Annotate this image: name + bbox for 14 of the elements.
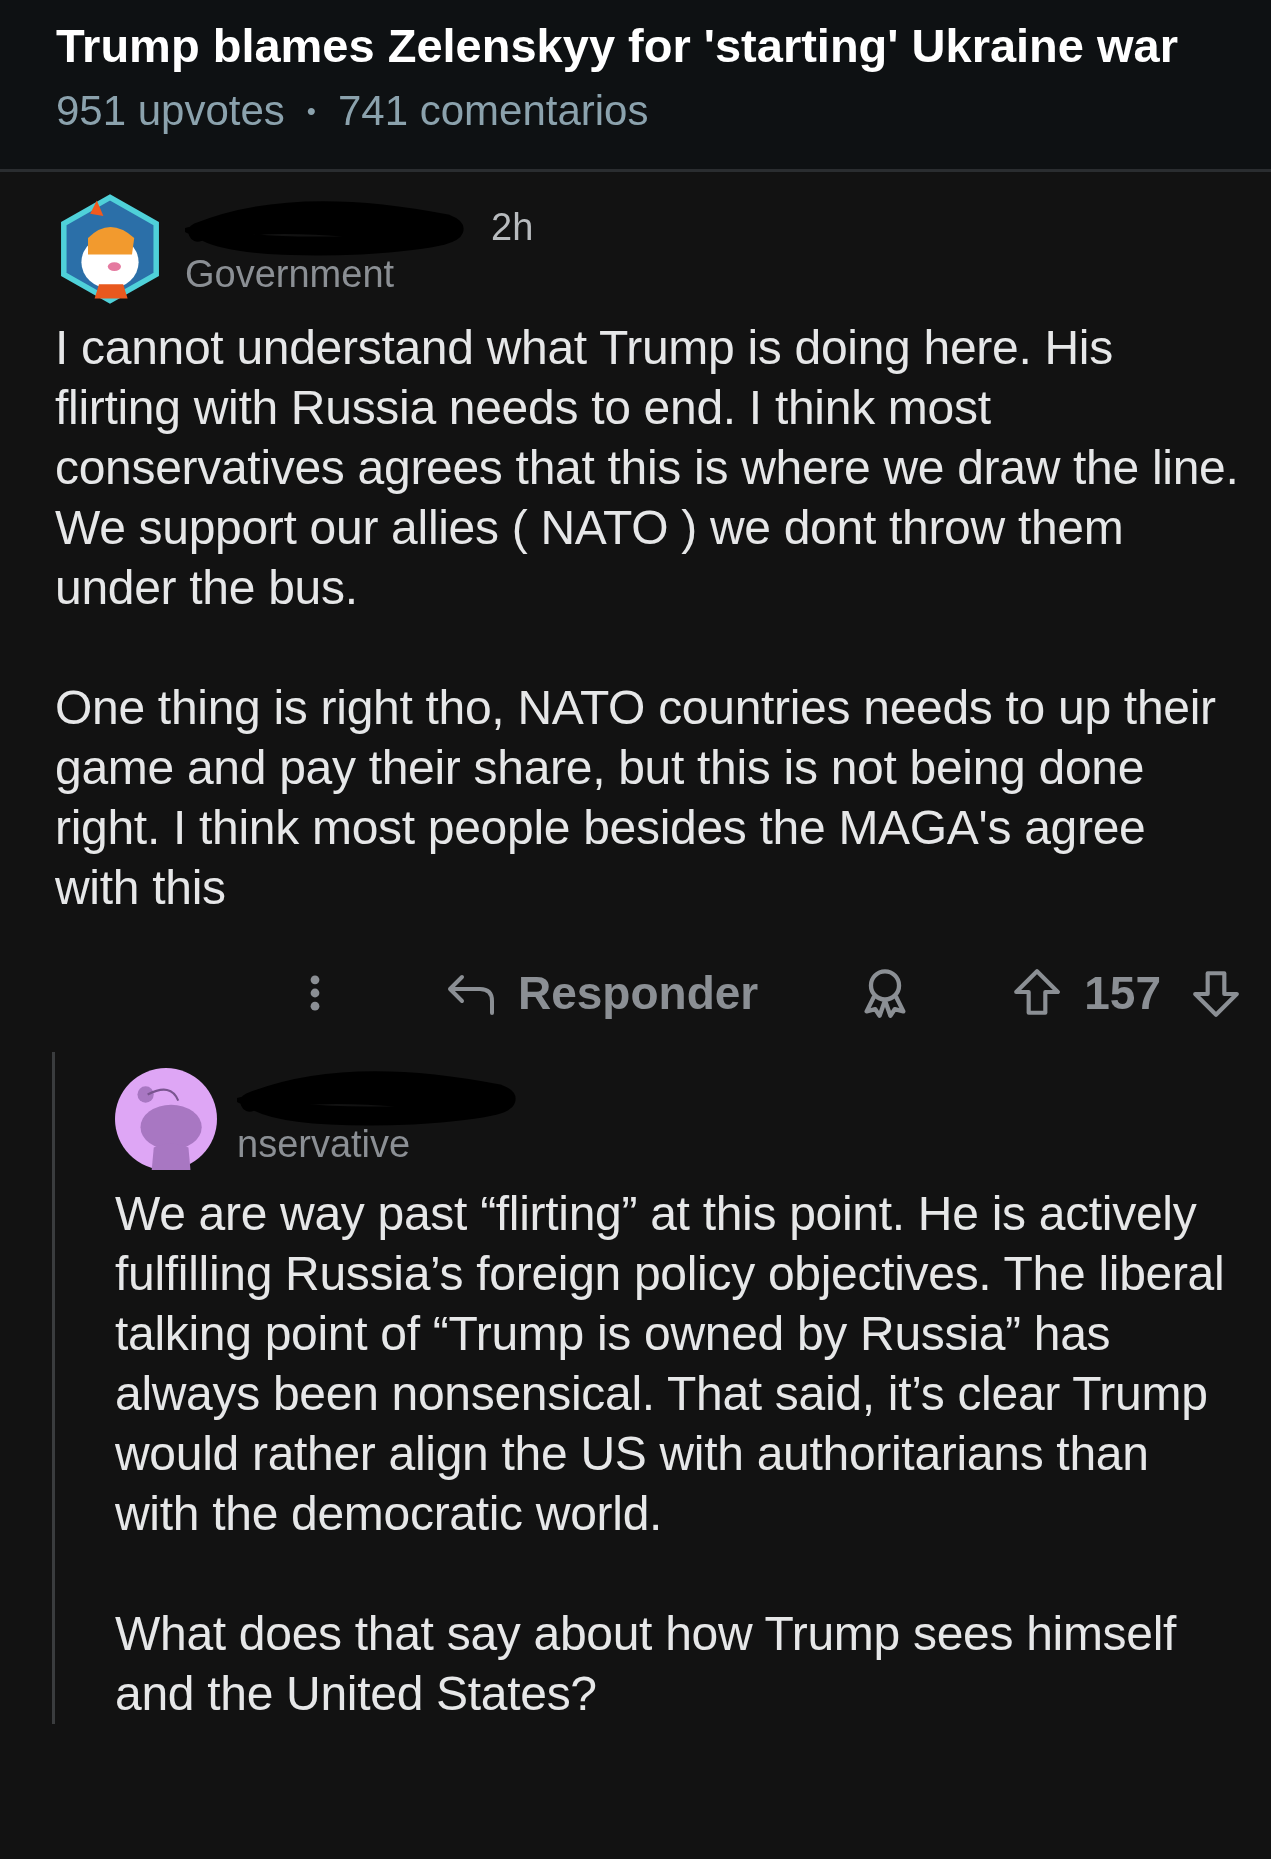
post-title: Trump blames Zelenskyy for 'starting' Ukraine war [56,18,1179,73]
comment-count: 741 comentarios [337,87,649,135]
comment-text: One thing is right tho, NATO countries needs to up their game and pay their share, but this is not being done right. I think most people besides the MAGA's agree with this [55,680,1217,916]
comment-text: What does that say about how Trump sees himself and the United States? [115,1606,1178,1722]
user-flair: Government [185,252,396,296]
comment-text: We are way past “flirting” at this point. He is actively fulfilling Russia’s foreign policy objectives. The liberal talking point of “Trump is owned by Russia” has always been nonsensical. That said, it’s clear Trump would rather align the US with authoritarians than with the democratic world. [115,1186,1226,1542]
user-flair: nservative [237,1122,412,1166]
vote-score: 157 [1084,966,1161,1020]
comment-time: 2h [491,206,534,249]
separator-dot: • [306,95,316,127]
upvote-count: 951 upvotes [56,87,285,135]
comment-text: I cannot understand what Trump is doing here. His flirting with Russia needs to end. I think most conservatives agrees that this is where we draw the line. We support our allies ( NATO ) we dont throw them under the bus. [55,320,1240,616]
reply-button[interactable]: Responder [446,966,759,1020]
avatar-icon[interactable] [115,1068,217,1170]
